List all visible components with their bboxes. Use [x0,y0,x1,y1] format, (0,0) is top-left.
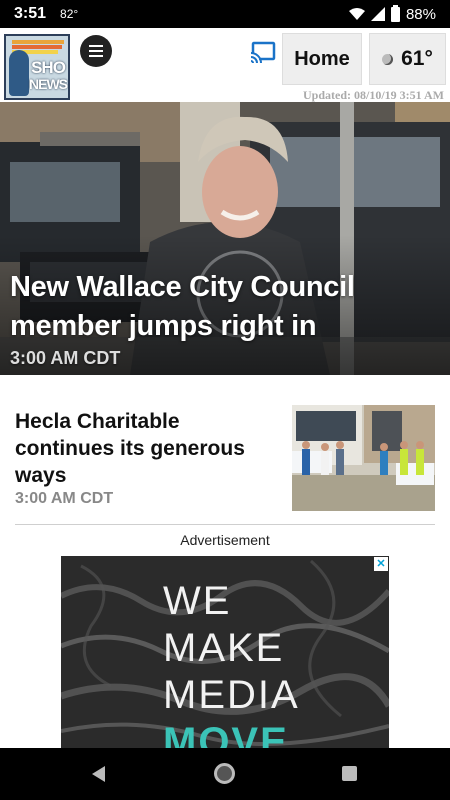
hamburger-icon [89,45,103,47]
signal-icon [370,7,385,21]
story-divider [15,524,435,525]
hero-headline[interactable]: New Wallace City Council member jumps ri… [10,268,410,346]
story-thumbnail[interactable] [292,405,435,511]
ad-text-line: WE [163,579,232,623]
app-header: SHO NEWS Home 61° Updated: 08/10/19 3:51… [0,28,450,102]
battery-level: 88% [405,5,436,23]
weather-temperature: 61° [401,47,433,70]
story-headline[interactable]: Hecla Charitable continues its generous … [15,408,265,489]
home-circle-icon[interactable] [214,763,235,784]
battery-icon [390,4,400,22]
story-item[interactable]: Hecla Charitable continues its generous … [15,405,435,525]
back-icon[interactable] [92,766,105,782]
home-button[interactable]: Home [282,33,362,85]
logo-text-sho: SHO [31,58,66,77]
recent-apps-icon[interactable] [342,766,357,781]
system-nav-bar [0,748,450,800]
status-temperature: 82° [60,7,79,21]
hero-timestamp: 3:00 AM CDT [10,348,121,368]
advertisement-label: Advertisement [180,532,270,548]
ad-text-line: MEDIA [163,673,300,717]
cast-icon[interactable] [250,41,276,63]
menu-button[interactable] [80,35,112,67]
advertisement-banner[interactable]: ✕ WE MAKE MEDIA MOVE [61,556,389,748]
ad-text-line: MAKE [163,626,285,670]
logo-text-news: NEWS [29,76,68,92]
status-icons: 88% [348,4,436,23]
story-timestamp: 3:00 AM CDT [15,490,114,507]
status-time: 3:51 [14,5,47,22]
moon-icon [382,53,394,65]
updated-timestamp: Updated: 08/10/19 3:51 AM [303,88,444,102]
sho-news-logo[interactable]: SHO NEWS [4,34,70,100]
wifi-icon [348,8,365,20]
adchoices-icon[interactable]: ✕ [374,557,388,571]
ad-text-line: MOVE [163,720,289,748]
hero-story[interactable]: New Wallace City Council member jumps ri… [0,102,450,375]
status-bar: 3:51 82° 88% [0,0,450,28]
weather-button[interactable]: 61° [369,33,446,85]
